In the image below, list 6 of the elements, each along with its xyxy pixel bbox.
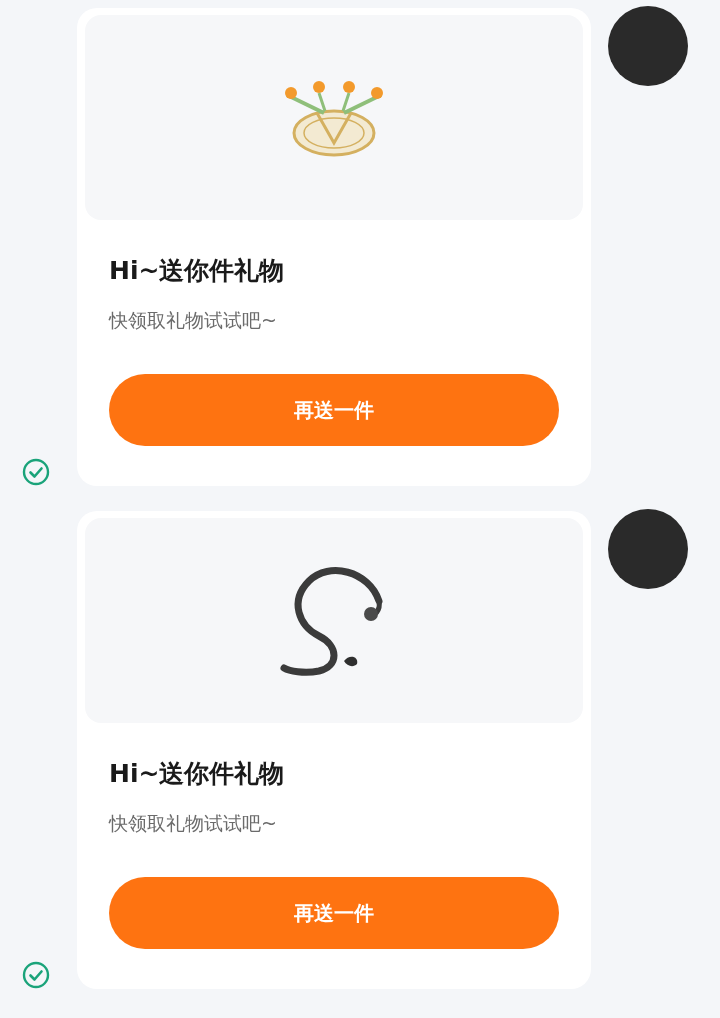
send-again-button[interactable]: 再送一件 (109, 374, 559, 446)
gift-title: Hi~送你件礼物 (109, 759, 286, 789)
send-again-button[interactable]: 再送一件 (109, 877, 559, 949)
gift-title: Hi~送你件礼物 (109, 256, 286, 286)
gift-subtitle: 快领取礼物试试吧~ (109, 811, 278, 835)
gift-subtitle: 快领取礼物试试吧~ (109, 308, 278, 332)
